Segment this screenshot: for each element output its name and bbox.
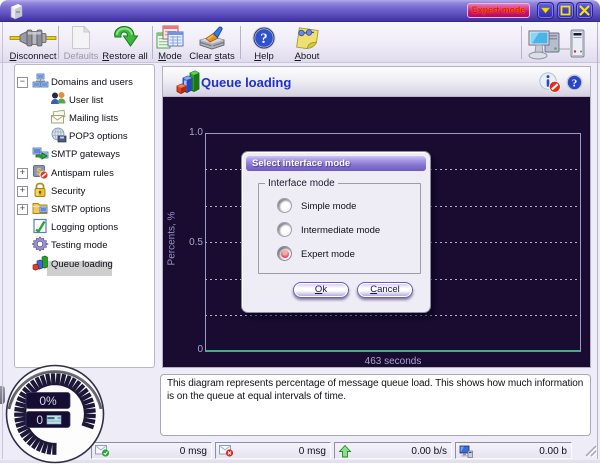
svg-text:0: 0 [36, 413, 43, 427]
svg-text:0%: 0% [39, 394, 57, 408]
svg-text:?: ? [572, 78, 578, 90]
svg-text:?: ? [260, 31, 267, 47]
